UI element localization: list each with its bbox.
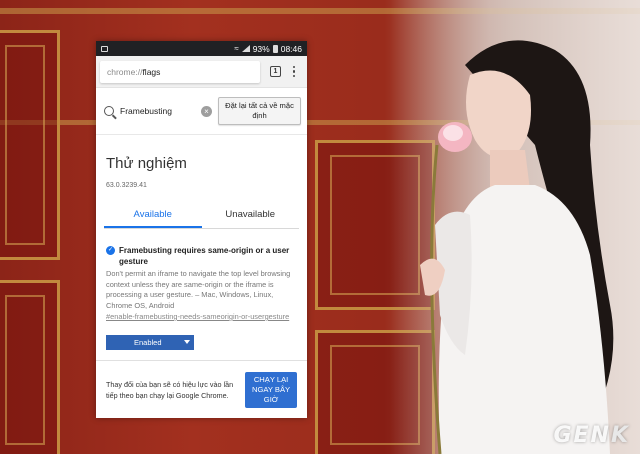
flag-state-value: Enabled bbox=[134, 337, 162, 347]
flag-anchor-link[interactable]: #enable-framebusting-needs-sameorigin-or… bbox=[106, 312, 297, 323]
battery-level: 93% bbox=[252, 43, 270, 54]
tab-bar: Available Unavailable bbox=[104, 204, 299, 229]
watermark-logo: GENK bbox=[553, 423, 630, 448]
url-bar[interactable]: chrome://flags bbox=[100, 60, 260, 83]
flag-description: Don't permit an iframe to navigate the t… bbox=[106, 269, 291, 310]
flag-state-dropdown[interactable]: Enabled bbox=[106, 334, 194, 350]
clock: 08:46 bbox=[280, 43, 302, 54]
notification-icon bbox=[101, 45, 108, 52]
tab-unavailable[interactable]: Unavailable bbox=[202, 204, 300, 228]
phone-screen: ≈ 93% 08:46 chrome://flags 1 Framebustin… bbox=[96, 41, 307, 418]
clear-search-icon[interactable]: × bbox=[201, 105, 212, 117]
woman-portrait-image bbox=[420, 40, 614, 454]
flag-item: ✓ Framebusting requires same-origin or a… bbox=[96, 229, 307, 350]
flags-search-row: Framebusting × Đặt lại tất cả về mặc địn… bbox=[96, 88, 307, 135]
url-host: flags bbox=[142, 66, 161, 77]
status-bar: ≈ 93% 08:46 bbox=[96, 41, 307, 56]
dropdown-arrow-icon bbox=[184, 339, 190, 344]
url-scheme: chrome:// bbox=[107, 66, 143, 77]
flag-enabled-check-icon: ✓ bbox=[106, 246, 115, 255]
relaunch-bar: Thay đổi của bạn sẽ có hiệu lực vào lần … bbox=[96, 360, 307, 418]
tab-switcher-button[interactable]: 1 bbox=[270, 66, 281, 77]
relaunch-message: Thay đổi của bạn sẽ có hiệu lực vào lần … bbox=[106, 379, 234, 400]
search-field[interactable]: Framebusting × bbox=[104, 99, 212, 123]
relaunch-button[interactable]: CHẠY LẠI NGAY BÂY GIỜ bbox=[245, 371, 297, 408]
search-icon bbox=[104, 106, 114, 116]
background-door-panel bbox=[0, 280, 60, 454]
reset-all-button[interactable]: Đặt lại tất cả về mặc định bbox=[218, 97, 301, 125]
wifi-icon: ≈ bbox=[234, 44, 239, 53]
browser-toolbar: chrome://flags 1 bbox=[96, 56, 307, 88]
signal-icon bbox=[241, 45, 250, 52]
search-input[interactable]: Framebusting bbox=[120, 106, 201, 116]
version-number: 63.0.3239.41 bbox=[106, 182, 147, 189]
page-title: Thử nghiệm bbox=[106, 155, 187, 172]
overflow-menu-icon[interactable] bbox=[291, 65, 297, 78]
tab-available[interactable]: Available bbox=[104, 204, 202, 228]
background-door-panel bbox=[0, 30, 60, 260]
battery-icon bbox=[272, 44, 278, 53]
flag-name: Framebusting requires same-origin or a u… bbox=[119, 246, 290, 266]
